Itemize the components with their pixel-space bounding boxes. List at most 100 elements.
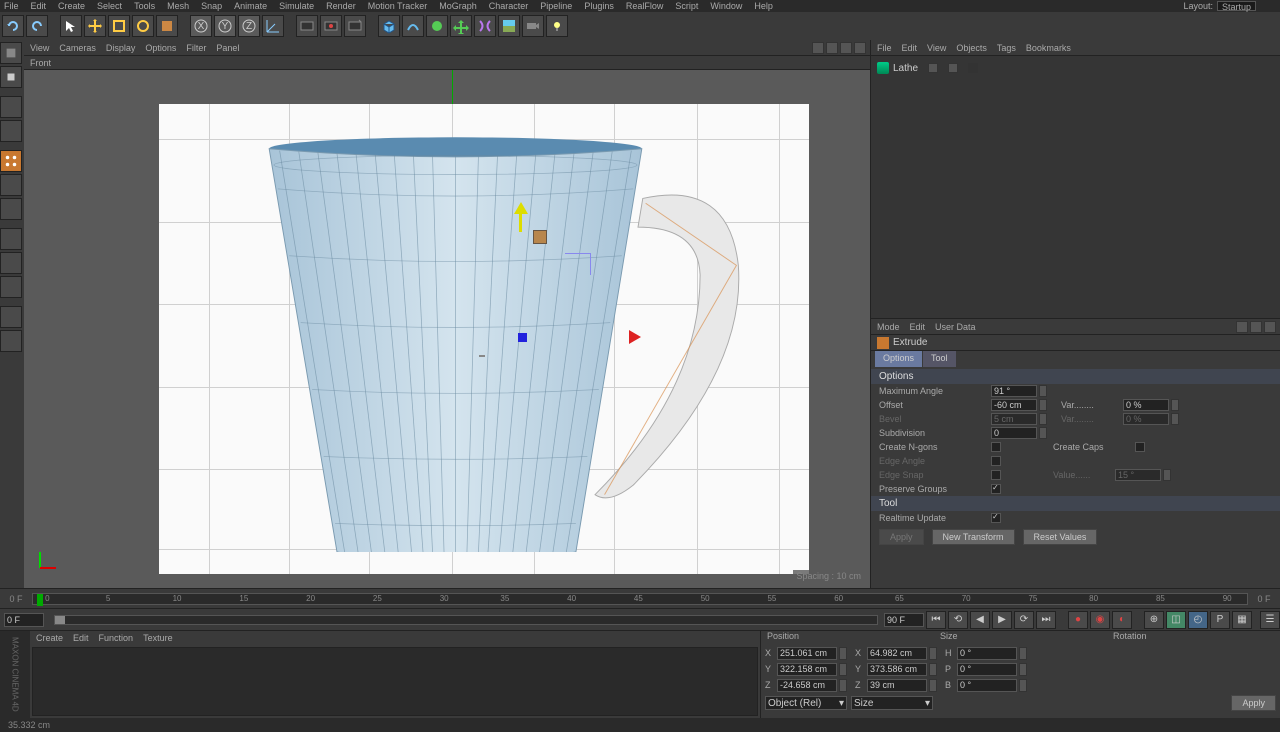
redo-button[interactable] — [26, 15, 48, 37]
pla-key-button[interactable]: ▦ — [1232, 611, 1252, 629]
viewport-solo[interactable] — [0, 252, 22, 274]
menu-realflow[interactable]: RealFlow — [626, 1, 664, 11]
menu-render[interactable]: Render — [326, 1, 356, 11]
menu-help[interactable]: Help — [754, 1, 773, 11]
menu-file[interactable]: File — [4, 1, 19, 11]
am-userdata[interactable]: User Data — [935, 322, 976, 332]
menu-mesh[interactable]: Mesh — [167, 1, 189, 11]
menu-tools[interactable]: Tools — [134, 1, 155, 11]
om-edit[interactable]: Edit — [902, 43, 918, 53]
view-rotate-icon[interactable] — [840, 42, 852, 54]
goto-end-button[interactable]: ⏭ — [1036, 611, 1056, 629]
workplane-mode[interactable] — [0, 120, 22, 142]
mm-edit[interactable]: Edit — [73, 633, 89, 643]
recent-tool[interactable] — [156, 15, 178, 37]
rotate-tool[interactable] — [132, 15, 154, 37]
pos-key-button[interactable]: ⊕ — [1144, 611, 1164, 629]
mm-texture[interactable]: Texture — [143, 633, 173, 643]
light[interactable] — [546, 15, 568, 37]
render-view[interactable] — [296, 15, 318, 37]
chk-caps[interactable] — [1135, 442, 1145, 452]
goto-nextkey-button[interactable]: ⟳ — [1014, 611, 1034, 629]
view-zoom-icon[interactable] — [826, 42, 838, 54]
tl-playhead[interactable] — [37, 594, 43, 606]
object-vis-editor[interactable] — [928, 63, 938, 73]
material-list[interactable] — [32, 647, 758, 716]
tab-tool[interactable]: Tool — [923, 351, 956, 367]
menu-script[interactable]: Script — [675, 1, 698, 11]
om-view[interactable]: View — [927, 43, 946, 53]
menu-character[interactable]: Character — [489, 1, 529, 11]
menu-create[interactable]: Create — [58, 1, 85, 11]
generator2[interactable] — [450, 15, 472, 37]
enable-axis[interactable] — [0, 228, 22, 250]
view-toggle-icon[interactable] — [854, 42, 866, 54]
menu-simulate[interactable]: Simulate — [279, 1, 314, 11]
frame-slider[interactable] — [54, 615, 878, 625]
pos-z[interactable]: -24.658 cm — [777, 679, 837, 692]
attr-back-icon[interactable] — [1236, 321, 1248, 333]
attr-up-icon[interactable] — [1264, 321, 1276, 333]
view-pan-icon[interactable] — [812, 42, 824, 54]
menu-select[interactable]: Select — [97, 1, 122, 11]
om-objects[interactable]: Objects — [956, 43, 987, 53]
input-subdiv[interactable]: 0 — [991, 427, 1037, 439]
spin-maxangle[interactable] — [1039, 385, 1047, 397]
render-region[interactable] — [320, 15, 342, 37]
am-edit[interactable]: Edit — [910, 322, 926, 332]
frame-current[interactable]: 0 F — [4, 613, 44, 627]
undo-button[interactable] — [2, 15, 24, 37]
tab-options[interactable]: Options — [875, 351, 922, 367]
move-tool[interactable] — [84, 15, 106, 37]
size-x[interactable]: 64.982 cm — [867, 647, 927, 660]
mm-function[interactable]: Function — [99, 633, 134, 643]
menu-plugins[interactable]: Plugins — [584, 1, 614, 11]
chk-preserve[interactable] — [991, 484, 1001, 494]
spin-posx[interactable] — [839, 647, 847, 660]
vm-cameras[interactable]: Cameras — [59, 43, 96, 53]
om-tags[interactable]: Tags — [997, 43, 1016, 53]
camera[interactable] — [522, 15, 544, 37]
x-axis-lock[interactable]: X — [190, 15, 212, 37]
goto-start-button[interactable]: ⏮ — [926, 611, 946, 629]
menu-window[interactable]: Window — [710, 1, 742, 11]
vm-options[interactable]: Options — [145, 43, 176, 53]
menu-edit[interactable]: Edit — [31, 1, 47, 11]
coord-size-select[interactable]: Size▾ — [851, 696, 933, 710]
gizmo-x-arrow-icon[interactable] — [629, 330, 641, 344]
vm-filter[interactable]: Filter — [186, 43, 206, 53]
select-tool[interactable] — [60, 15, 82, 37]
play-back-button[interactable]: ◀ — [970, 611, 990, 629]
object-vis-render[interactable] — [948, 63, 958, 73]
spin-offset[interactable] — [1039, 399, 1047, 411]
spin-posz[interactable] — [839, 679, 847, 692]
param-key-button[interactable]: P — [1210, 611, 1230, 629]
attr-fwd-icon[interactable] — [1250, 321, 1262, 333]
object-close-icon[interactable] — [968, 63, 978, 73]
mm-create[interactable]: Create — [36, 633, 63, 643]
record-button[interactable]: ● — [1068, 611, 1088, 629]
tl-track[interactable]: 051015202530354045505560657075808590 — [32, 593, 1248, 605]
om-file[interactable]: File — [877, 43, 892, 53]
edge-mode[interactable] — [0, 174, 22, 196]
gizmo-cube-icon[interactable] — [533, 230, 547, 244]
vm-panel[interactable]: Panel — [216, 43, 239, 53]
environment[interactable] — [498, 15, 520, 37]
z-axis-lock[interactable]: Z — [238, 15, 260, 37]
spin-posy[interactable] — [839, 663, 847, 676]
spin-sizey[interactable] — [929, 663, 937, 676]
pos-y[interactable]: 322.158 cm — [777, 663, 837, 676]
menu-mograph[interactable]: MoGraph — [439, 1, 477, 11]
object-item[interactable]: Lathe — [875, 60, 1276, 76]
vm-display[interactable]: Display — [106, 43, 136, 53]
input-var1[interactable]: 0 % — [1123, 399, 1169, 411]
spin-sizez[interactable] — [929, 679, 937, 692]
deformer[interactable] — [474, 15, 496, 37]
render-pv[interactable] — [344, 15, 366, 37]
point-mode[interactable] — [0, 150, 22, 172]
scale-tool[interactable] — [108, 15, 130, 37]
size-y[interactable]: 373.586 cm — [867, 663, 927, 676]
gizmo-plane-handle[interactable] — [565, 253, 591, 275]
spin-subdiv[interactable] — [1039, 427, 1047, 439]
input-maxangle[interactable]: 91 ° — [991, 385, 1037, 397]
